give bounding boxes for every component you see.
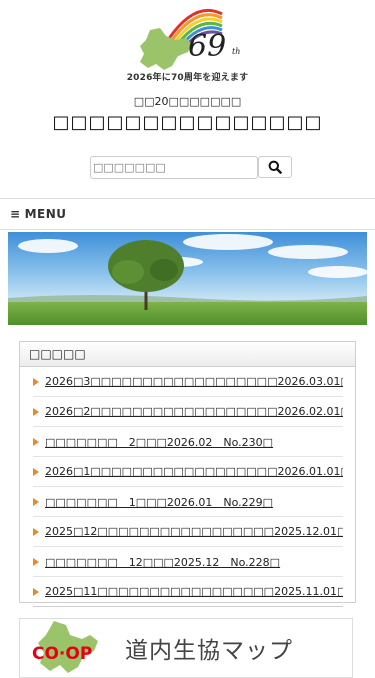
- hero-image: [8, 232, 367, 325]
- search-icon: [268, 160, 282, 174]
- list-item[interactable]: 2026□3□□□□□□□□□□□□□□□□□□2026.03.01□: [33, 367, 343, 397]
- org-title[interactable]: □□□□□□□□□□□□□□□: [0, 112, 375, 133]
- arrow-right-icon: [33, 497, 39, 506]
- arrow-right-icon: [33, 467, 39, 476]
- banner-text: 道内生協マップ: [125, 638, 293, 664]
- search-input[interactable]: [90, 156, 258, 179]
- news-link[interactable]: 2025□11□□□□□□□□□□□□□□□□□2025.11.01□: [45, 585, 343, 598]
- arrow-right-icon: [33, 437, 39, 446]
- arrow-right-icon: [33, 407, 39, 416]
- hokkaido-coop-logo-icon: CO·OP: [32, 621, 98, 673]
- site-logo[interactable]: 69 th 2026年に70周年を迎えます: [0, 0, 375, 90]
- menu-divider-bottom: [0, 229, 375, 230]
- arrow-right-icon: [33, 527, 39, 536]
- list-item[interactable]: 2025□11□□□□□□□□□□□□□□□□□2025.11.01□: [33, 577, 343, 607]
- arrow-right-icon: [33, 377, 39, 386]
- org-subtitle: □□20□□□□□□□: [133, 95, 242, 108]
- anniversary-number: 69: [188, 29, 226, 64]
- hokkaido-map-icon: [140, 28, 192, 70]
- list-item[interactable]: 2026□2□□□□□□□□□□□□□□□□□□2026.02.01□: [33, 397, 343, 427]
- news-link[interactable]: 2026□3□□□□□□□□□□□□□□□□□□2026.03.01□: [45, 375, 343, 388]
- news-link[interactable]: 2026□2□□□□□□□□□□□□□□□□□□2026.02.01□: [45, 405, 343, 418]
- list-item[interactable]: 2025□12□□□□□□□□□□□□□□□□□2025.12.01□: [33, 517, 343, 547]
- list-item[interactable]: □□□□□□□ 1□□□2026.01 No.229□: [33, 487, 343, 517]
- menu-toggle[interactable]: ≡ MENU: [0, 199, 375, 229]
- news-link[interactable]: □□□□□□□ 2□□□2026.02 No.230□: [45, 434, 273, 450]
- news-link[interactable]: □□□□□□□ 1□□□2026.01 No.229□: [45, 494, 273, 510]
- news-list: 2026□3□□□□□□□□□□□□□□□□□□2026.03.01□ 2026…: [20, 367, 355, 607]
- arrow-right-icon: [33, 557, 39, 566]
- search-button[interactable]: [258, 156, 292, 178]
- news-link[interactable]: □□□□□□□ 12□□□2025.12 No.228□: [45, 554, 280, 570]
- logo-tagline: 2026年に70周年を迎えます: [126, 73, 249, 83]
- hamburger-icon: ≡: [10, 207, 21, 221]
- news-panel: □□□□□ 2026□3□□□□□□□□□□□□□□□□□□2026.03.01…: [19, 341, 356, 607]
- menu-label: MENU: [24, 207, 67, 221]
- list-item[interactable]: □□□□□□□ 2□□□2026.02 No.230□: [33, 427, 343, 457]
- coop-logo-text: CO·OP: [32, 644, 92, 664]
- list-item[interactable]: 2026□1□□□□□□□□□□□□□□□□□□2026.01.01□: [33, 457, 343, 487]
- news-header: □□□□□: [20, 342, 355, 367]
- news-link[interactable]: 2026□1□□□□□□□□□□□□□□□□□□2026.01.01□: [45, 465, 343, 478]
- coop-map-banner[interactable]: CO·OP 道内生協マップ: [19, 618, 353, 678]
- list-item[interactable]: □□□□□□□ 12□□□2025.12 No.228□: [33, 547, 343, 577]
- news-link[interactable]: 2025□12□□□□□□□□□□□□□□□□□2025.12.01□: [45, 525, 343, 538]
- arrow-right-icon: [33, 587, 39, 596]
- anniversary-suffix: th: [232, 47, 240, 56]
